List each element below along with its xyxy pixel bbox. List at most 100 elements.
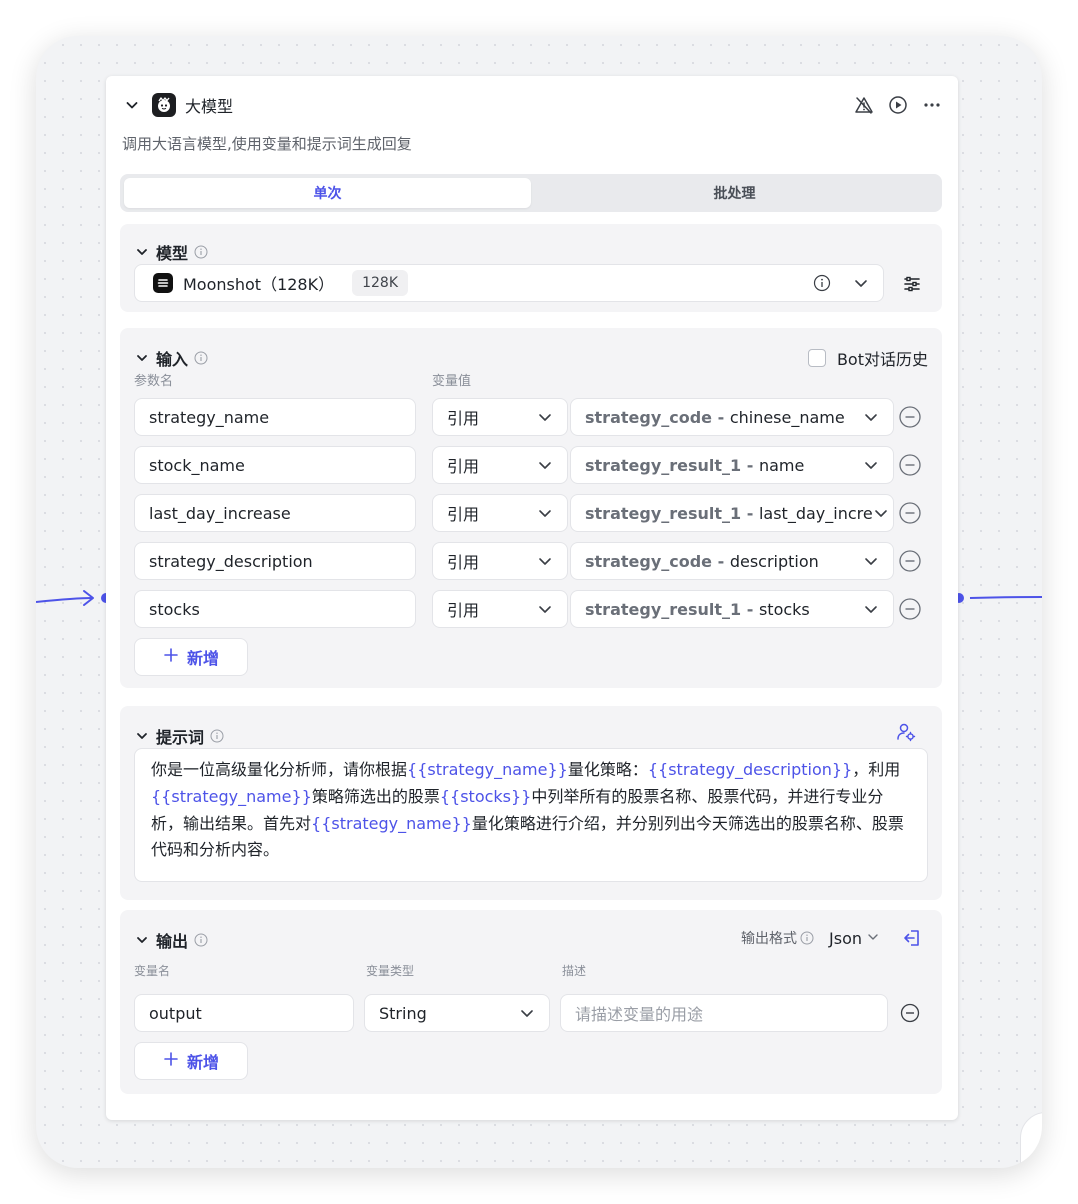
prompt-text: 你是一位高级量化分析师，请你根据: [151, 760, 408, 779]
param-name-input[interactable]: stock_name: [134, 446, 416, 484]
prompt-variable-ref: {{strategy_name}}: [151, 786, 312, 806]
chevron-down-icon[interactable]: [134, 350, 150, 366]
remove-row-icon[interactable]: [899, 1002, 921, 1024]
workflow-canvas[interactable]: 大模型 调用大语言模型,使用变量和提示词生成回复 单次 批处理 模型 Moons…: [36, 36, 1042, 1168]
ref-type-value: 引用: [447, 457, 480, 476]
node-title: 大模型: [185, 97, 234, 116]
param-name-value: last_day_increase: [149, 503, 291, 523]
param-name-value: strategy_description: [149, 551, 313, 571]
desc-placeholder: 请描述变量的用途: [575, 1005, 704, 1024]
info-icon[interactable]: [800, 931, 814, 945]
remove-row-icon[interactable]: [899, 550, 921, 572]
ref-node-name: strategy_code -: [585, 551, 730, 571]
remove-row-icon[interactable]: [899, 406, 921, 428]
add-input-button[interactable]: 新增: [134, 638, 248, 676]
var-type-header: 变量类型: [366, 964, 415, 978]
param-name-value: stock_name: [149, 455, 245, 475]
chevron-down-icon: [863, 601, 879, 617]
section-title: 提示词: [156, 728, 205, 747]
chevron-down-icon[interactable]: [134, 932, 150, 948]
output-section-header[interactable]: 输出: [134, 928, 208, 952]
tab-batch[interactable]: 批处理: [531, 178, 938, 208]
node-header: 大模型: [122, 92, 942, 118]
ref-type-value: 引用: [447, 553, 480, 572]
ref-var-name: description: [729, 551, 819, 571]
info-icon[interactable]: [210, 729, 224, 743]
output-format-select[interactable]: Json: [829, 929, 862, 948]
run-node-icon[interactable]: [888, 95, 908, 115]
desc-header: 描述: [562, 964, 587, 978]
collapse-chevron-icon[interactable]: [122, 95, 142, 115]
info-icon[interactable]: [194, 351, 208, 365]
info-icon[interactable]: [194, 933, 208, 947]
info-icon[interactable]: [194, 245, 208, 259]
ref-var-name: chinese_name: [729, 407, 845, 427]
model-settings-icon[interactable]: [902, 274, 922, 294]
model-select[interactable]: Moonshot（128K） 128K: [134, 264, 884, 302]
chevron-down-icon: [863, 553, 879, 569]
chevron-down-icon[interactable]: [134, 244, 150, 260]
output-var-type: String: [379, 1003, 427, 1023]
remove-row-icon[interactable]: [899, 598, 921, 620]
prompt-section-header[interactable]: 提示词: [134, 724, 224, 748]
remove-row-icon[interactable]: [899, 502, 921, 524]
ref-variable-select[interactable]: strategy_result_1 - name: [570, 446, 894, 484]
chevron-down-icon: [863, 409, 879, 425]
more-options-icon[interactable]: [922, 95, 942, 115]
param-name-header: 参数名: [134, 374, 174, 389]
input-section: 输入 Bot对话历史 参数名 变量值 strategy_name 引用 stra…: [120, 328, 942, 688]
chevron-down-icon[interactable]: [866, 929, 880, 948]
prompt-library-icon[interactable]: [896, 722, 916, 742]
ref-node-name: strategy_code -: [585, 407, 730, 427]
ref-variable-select[interactable]: strategy_result_1 - last_day_incre: [570, 494, 894, 532]
param-name-input[interactable]: strategy_description: [134, 542, 416, 580]
model-section-header[interactable]: 模型: [134, 240, 208, 264]
add-output-button[interactable]: 新增: [134, 1042, 248, 1080]
ref-variable-select[interactable]: strategy_code - description: [570, 542, 894, 580]
ref-node-name: strategy_result_1 -: [585, 503, 759, 523]
ref-type-select[interactable]: 引用: [432, 590, 568, 628]
canvas-corner-panel: [1020, 1112, 1042, 1168]
remove-row-icon[interactable]: [899, 454, 921, 476]
bot-history-checkbox[interactable]: [807, 349, 826, 367]
section-title: 输入: [156, 350, 189, 369]
node-description: 调用大语言模型,使用变量和提示词生成回复: [122, 135, 412, 153]
llm-node-card[interactable]: 大模型 调用大语言模型,使用变量和提示词生成回复 单次 批处理 模型 Moons…: [106, 76, 958, 1120]
output-var-name-input[interactable]: output: [134, 994, 354, 1032]
chevron-down-icon[interactable]: [134, 728, 150, 744]
prompt-variable-ref: {{strategy_name}}: [311, 813, 472, 833]
ref-type-select[interactable]: 引用: [432, 542, 568, 580]
param-name-input[interactable]: strategy_name: [134, 398, 416, 436]
chevron-down-icon[interactable]: [853, 275, 869, 291]
param-name-input[interactable]: last_day_increase: [134, 494, 416, 532]
var-name-header: 变量名: [134, 964, 171, 978]
add-button-label: 新增: [186, 1053, 219, 1072]
ref-type-select[interactable]: 引用: [432, 494, 568, 532]
context-badge: 128K: [352, 270, 409, 296]
exception-toggle-icon[interactable]: [854, 95, 874, 115]
prompt-variable-ref: {{stocks}}: [439, 786, 532, 806]
ref-var-name: last_day_incre: [758, 503, 873, 523]
ref-type-select[interactable]: 引用: [432, 398, 568, 436]
input-section-header[interactable]: 输入: [134, 346, 208, 370]
param-name-input[interactable]: stocks: [134, 590, 416, 628]
ref-type-value: 引用: [447, 505, 480, 524]
header-actions: [854, 95, 942, 115]
bot-history-toggle[interactable]: Bot对话历史: [807, 346, 928, 370]
model-info-icon[interactable]: [813, 274, 831, 292]
ref-var-name: stocks: [758, 599, 810, 619]
output-desc-input[interactable]: 请描述变量的用途: [560, 994, 888, 1032]
tab-single[interactable]: 单次: [124, 178, 531, 208]
ref-type-value: 引用: [447, 601, 480, 620]
prompt-editor[interactable]: 你是一位高级量化分析师，请你根据{{strategy_name}}量化策略：{{…: [134, 748, 928, 882]
ref-type-select[interactable]: 引用: [432, 446, 568, 484]
output-var-type-select[interactable]: String: [364, 994, 550, 1032]
import-output-icon[interactable]: [902, 928, 922, 948]
plus-icon: [163, 647, 179, 667]
llm-logo-icon: [152, 93, 176, 117]
chevron-down-icon: [537, 409, 553, 425]
prompt-text: 策略筛选出的股票: [311, 786, 440, 806]
ref-variable-select[interactable]: strategy_result_1 - stocks: [570, 590, 894, 628]
ref-variable-select[interactable]: strategy_code - chinese_name: [570, 398, 894, 436]
value-header: 变量值: [432, 374, 472, 389]
